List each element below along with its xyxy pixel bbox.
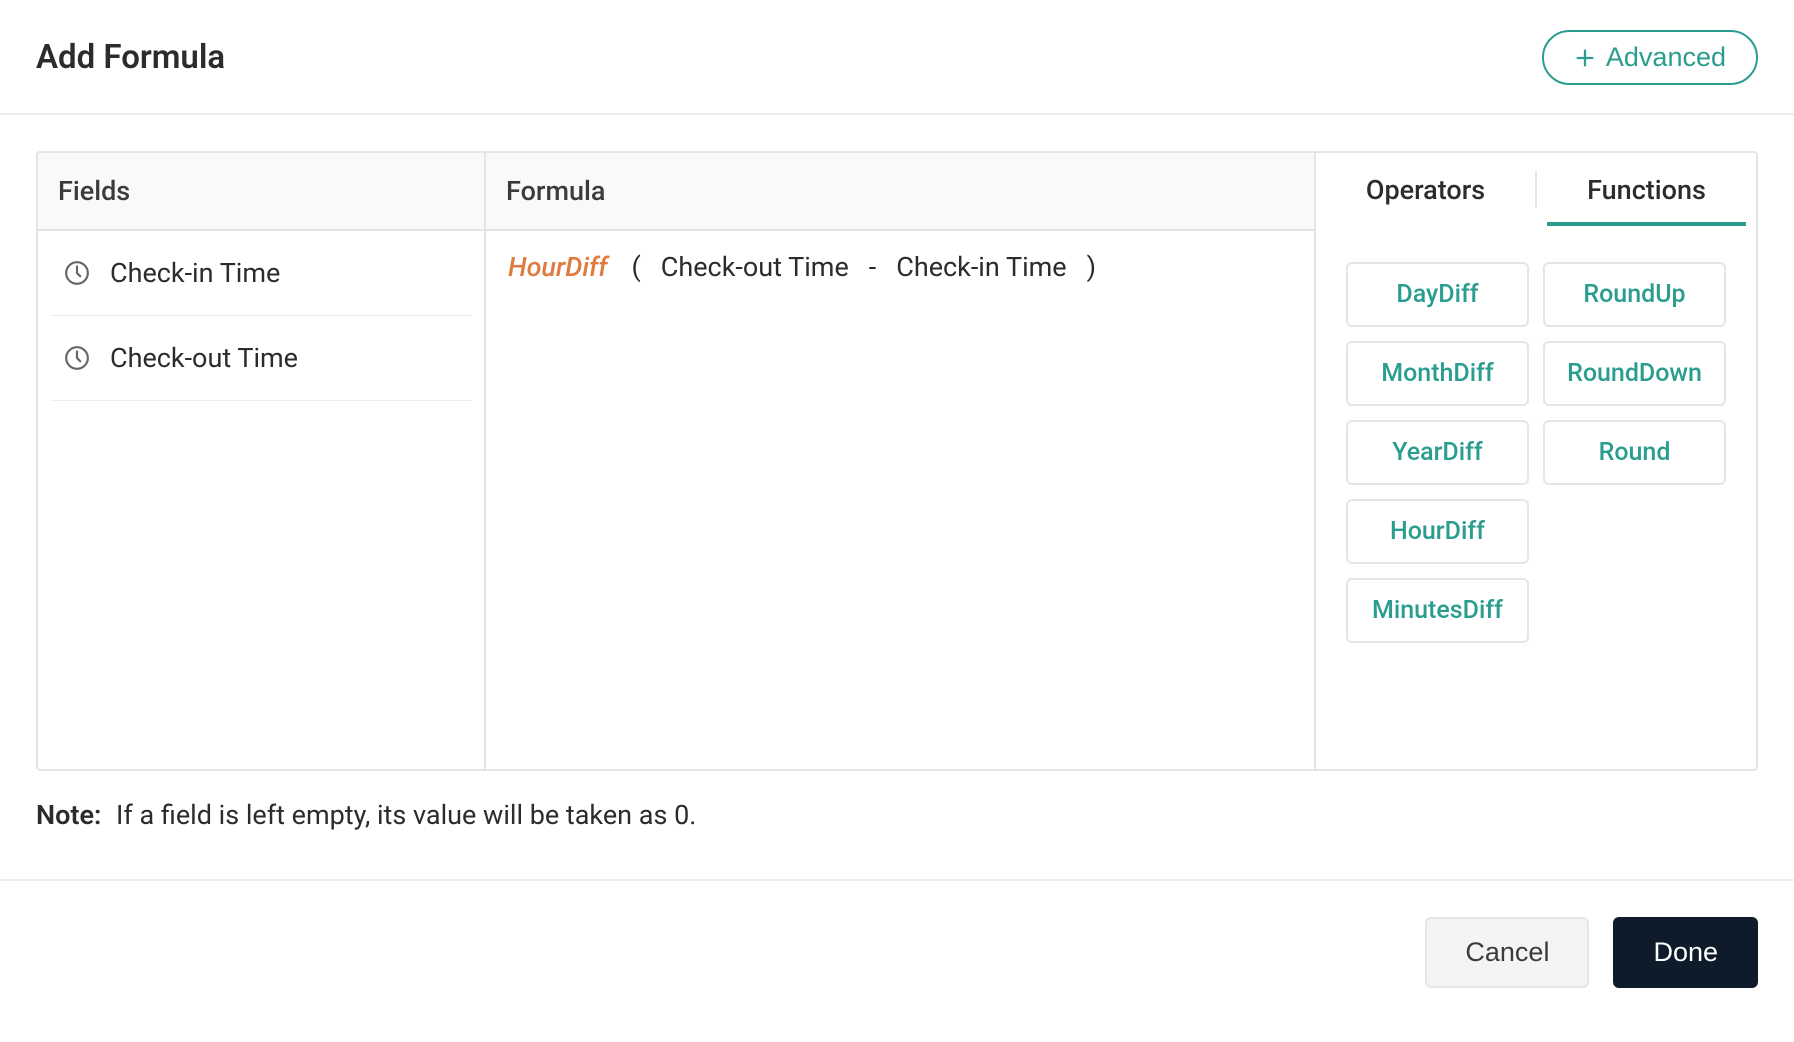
modal-footer: Cancel Done	[0, 879, 1794, 988]
functions-grid: DayDiff RoundUp MonthDiff RoundDown Year…	[1316, 226, 1756, 663]
note-label: Note:	[36, 799, 101, 831]
formula-column: Formula HourDiff ( Check-out Time - Chec…	[486, 153, 1316, 769]
advanced-button[interactable]: Advanced	[1542, 30, 1758, 85]
function-rounddown[interactable]: RoundDown	[1543, 341, 1726, 406]
cancel-button[interactable]: Cancel	[1425, 917, 1589, 988]
fields-column-header: Fields	[38, 153, 484, 231]
modal-header: Add Formula Advanced	[0, 0, 1794, 115]
function-daydiff[interactable]: DayDiff	[1346, 262, 1529, 327]
note-text: Note: If a field is left empty, its valu…	[36, 799, 1758, 831]
field-item-check-in-time[interactable]: Check-in Time	[50, 231, 472, 316]
clock-icon	[64, 345, 90, 371]
function-monthdiff[interactable]: MonthDiff	[1346, 341, 1529, 406]
fields-column: Fields Check-in Time Check-out Time	[38, 153, 486, 769]
formula-builder-panel: Fields Check-in Time Check-out Time Form…	[36, 151, 1758, 771]
tab-functions[interactable]: Functions	[1537, 153, 1756, 226]
field-item-check-out-time[interactable]: Check-out Time	[50, 316, 472, 401]
page-title: Add Formula	[36, 38, 225, 77]
field-item-label: Check-in Time	[110, 257, 280, 289]
formula-column-header: Formula	[486, 153, 1314, 231]
formula-token-field: Check-in Time	[892, 251, 1070, 283]
done-button[interactable]: Done	[1613, 917, 1758, 988]
plus-icon	[1574, 47, 1596, 69]
formula-token-field: Check-out Time	[657, 251, 853, 283]
right-tabs: Operators Functions	[1316, 153, 1756, 226]
formula-token-function: HourDiff	[508, 251, 608, 283]
function-yeardiff[interactable]: YearDiff	[1346, 420, 1529, 485]
formula-token-open-paren: (	[624, 251, 649, 283]
clock-icon	[64, 260, 90, 286]
field-item-label: Check-out Time	[110, 342, 298, 374]
formula-token-operator: -	[861, 251, 884, 283]
right-column: Operators Functions DayDiff RoundUp Mont…	[1316, 153, 1756, 769]
advanced-button-label: Advanced	[1606, 42, 1726, 73]
note-body: If a field is left empty, its value will…	[116, 799, 696, 831]
function-roundup[interactable]: RoundUp	[1543, 262, 1726, 327]
function-hourdiff[interactable]: HourDiff	[1346, 499, 1529, 564]
formula-editor[interactable]: HourDiff ( Check-out Time - Check-in Tim…	[486, 231, 1314, 303]
tab-operators[interactable]: Operators	[1316, 153, 1535, 226]
function-minutesdiff[interactable]: MinutesDiff	[1346, 578, 1529, 643]
formula-token-close-paren: )	[1079, 251, 1104, 283]
function-round[interactable]: Round	[1543, 420, 1726, 485]
